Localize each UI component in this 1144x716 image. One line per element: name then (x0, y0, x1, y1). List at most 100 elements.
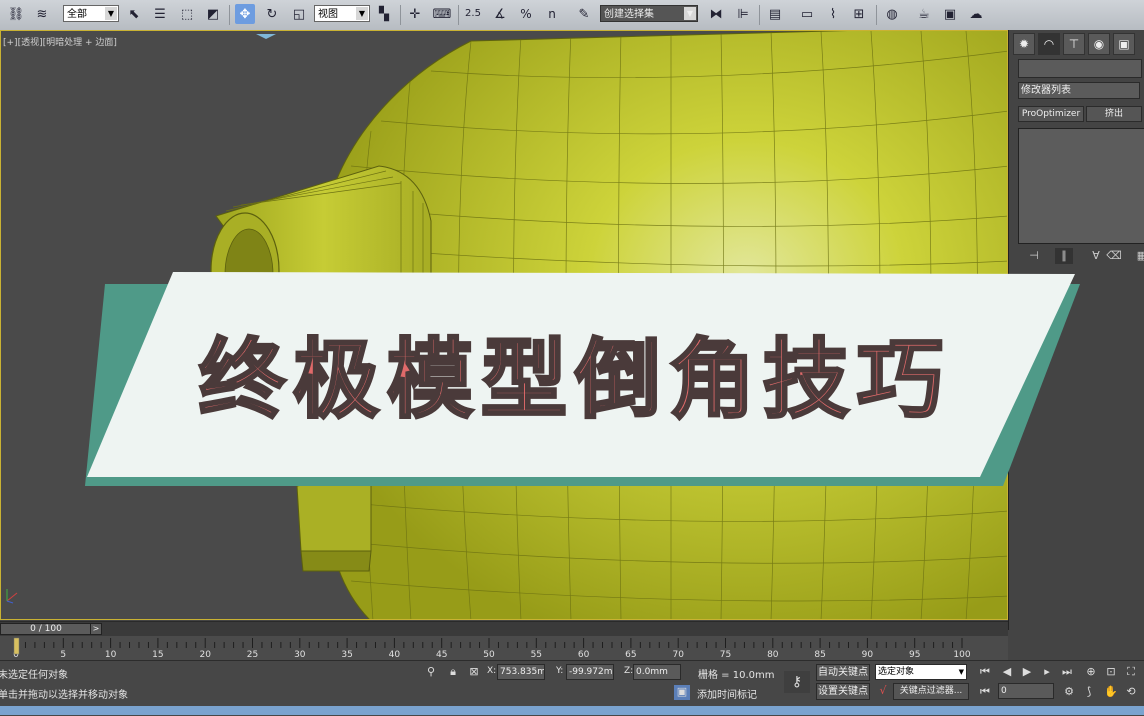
select-object-icon[interactable]: ⬉ (124, 4, 144, 24)
key-mode-toggle-icon[interactable]: ⏮ (978, 685, 992, 699)
pivot-center-icon[interactable]: ▚ (374, 4, 394, 24)
extrude-button[interactable]: 挤出 (1086, 106, 1142, 122)
time-config-icon[interactable]: ⚙ (1062, 685, 1076, 698)
scene-fragment (256, 34, 276, 39)
tick-label: 80 (767, 650, 779, 660)
named-selection-value: 创建选择集 (604, 9, 654, 20)
previous-frame-icon[interactable]: ◀︎ (1000, 665, 1014, 678)
auto-key-button[interactable]: 自动关键点 (816, 664, 870, 681)
os-taskbar (0, 706, 1144, 715)
tick-label: 65 (625, 650, 636, 660)
grid-size: 栅格 = 10.0mm (698, 670, 775, 681)
maximize-viewport-icon[interactable]: ⛶ (1124, 665, 1138, 679)
go-to-start-icon[interactable]: ⏮ (978, 665, 992, 679)
toolbar-divider (458, 5, 459, 25)
make-unique-icon[interactable]: ∀ (1087, 248, 1105, 264)
percent-snap-icon[interactable]: % (516, 4, 536, 24)
z-coordinate-field[interactable]: 0.0mm (633, 664, 681, 680)
angle-snap-icon[interactable]: ∡ (490, 4, 510, 24)
curve-editor-icon[interactable]: ⌇ (823, 4, 843, 24)
viewport-label[interactable]: [+][透视][明暗处理 + 边面] (3, 35, 117, 48)
isolate-selection-icon[interactable]: ⚲ (424, 665, 438, 678)
y-label: Y: (556, 666, 564, 676)
render-icon[interactable]: ☁ (966, 4, 986, 24)
rotate-icon[interactable]: ↻ (262, 4, 282, 24)
field-of-view-icon[interactable]: ⟆ (1082, 685, 1096, 698)
key-filters-button[interactable]: 关键点过滤器... (893, 683, 969, 700)
graphite-ribbon-icon[interactable]: ▭ (797, 4, 817, 24)
tick-label: 5 (60, 650, 66, 660)
material-editor-icon[interactable]: ◍ (882, 4, 902, 24)
spinner-snap-icon[interactable]: n (542, 4, 562, 24)
zoom-extents-icon[interactable]: ⊕ (1084, 665, 1098, 678)
select-by-name-icon[interactable]: ☰ (150, 4, 170, 24)
prooptimizer-button[interactable]: ProOptimizer (1018, 106, 1084, 122)
play-icon[interactable]: ▶︎ (1020, 665, 1034, 678)
display-tab[interactable]: ▣ (1113, 33, 1135, 55)
modify-tab[interactable]: ◠ (1038, 33, 1060, 55)
next-frame-button[interactable]: > (90, 623, 102, 635)
snap-value: 2.5 (465, 8, 481, 19)
chevron-down-icon: ▼ (105, 7, 117, 20)
create-tab[interactable]: ✹ (1013, 33, 1035, 55)
flange-edge (300, 550, 372, 572)
current-frame-field[interactable]: 0 (998, 683, 1054, 699)
render-setup-icon[interactable]: ☕ (914, 4, 934, 24)
selection-info: 未选定任何对象 (0, 670, 68, 681)
add-time-tag[interactable]: 添加时间标记 (697, 686, 757, 701)
pan-view-icon[interactable]: ✋ (1104, 685, 1118, 698)
mirror-icon[interactable]: ⧓ (706, 4, 726, 24)
z-label: Z: (624, 666, 634, 676)
zoom-region-icon[interactable]: ⊡ (1104, 665, 1118, 678)
remove-modifier-icon[interactable]: ⌫ (1105, 248, 1123, 264)
selection-filter-value: 全部 (67, 9, 87, 20)
set-key-button[interactable]: 设置关键点 (816, 683, 870, 700)
align-icon[interactable]: ⊫ (733, 4, 753, 24)
keyboard-shortcut-icon[interactable]: ⌨ (432, 4, 452, 24)
pin-stack-icon[interactable]: ⊣ (1025, 248, 1043, 264)
time-slider-thumb[interactable]: 0 / 100 (0, 623, 92, 635)
time-tag-icon[interactable]: ▣ (674, 685, 690, 700)
selection-filter-dropdown[interactable]: 全部 ▼ (63, 5, 119, 22)
show-end-result-icon[interactable]: ∥ (1055, 248, 1073, 264)
key-mode-dropdown[interactable]: 选定对象 ▼ (875, 664, 967, 680)
scale-icon[interactable]: ◱ (289, 4, 309, 24)
modifier-stack[interactable] (1018, 128, 1144, 244)
edit-named-selection-icon[interactable]: ✎ (574, 4, 594, 24)
orbit-icon[interactable]: ⟲ (1124, 685, 1138, 698)
tick-label: 60 (578, 650, 590, 660)
track-ruler: 0 5 10 15 20 25 30 35 40 45 50 55 60 65 70 75 80 85 90 95 10… (13, 637, 971, 660)
tick-label: 90 (862, 650, 874, 660)
lock-selection-icon[interactable]: 🔒︎ (446, 665, 460, 679)
percent-snap-label: % (520, 7, 532, 21)
snap-toggle-icon[interactable]: 2.5 (463, 4, 483, 24)
select-manipulate-icon[interactable]: ✛ (405, 4, 425, 24)
schematic-view-icon[interactable]: ⊞ (849, 4, 869, 24)
next-frame-icon[interactable]: ▸ (1040, 665, 1054, 678)
track-bar[interactable]: 0 5 10 15 20 25 30 35 40 45 50 55 60 65 70 75 80 85 90 95 10… (0, 636, 1008, 660)
named-selection-dropdown[interactable]: 创建选择集 ▼ (600, 5, 698, 22)
rect-selection-icon[interactable]: ⬚ (177, 4, 197, 24)
banner-title: 终极模型倒角技巧 (198, 329, 951, 432)
prompt-line: 单击并拖动以选择并移动对象 (0, 690, 128, 701)
window-crossing-icon[interactable]: ◩ (203, 4, 223, 24)
absolute-mode-icon[interactable]: ⊠ (467, 665, 481, 678)
motion-tab[interactable]: ◉ (1088, 33, 1110, 55)
move-icon[interactable]: ✥ (235, 4, 255, 24)
tick-label: 50 (483, 650, 495, 660)
hierarchy-tab[interactable]: ⊤ (1063, 33, 1085, 55)
bind-space-warp-icon[interactable]: ≋ (32, 4, 52, 24)
object-name-field[interactable] (1018, 59, 1142, 78)
layer-manager-icon[interactable]: ▤ (765, 4, 785, 24)
key-icon[interactable]: ⚷ (784, 671, 810, 693)
modifier-list-dropdown[interactable]: 修改器列表 (1018, 82, 1140, 99)
select-link-icon[interactable]: ⛓ (6, 4, 26, 24)
go-to-end-icon[interactable]: ⏭ (1060, 665, 1074, 679)
configure-sets-icon[interactable]: ▦ (1133, 248, 1144, 264)
rendered-frame-icon[interactable]: ▣ (940, 4, 960, 24)
x-coordinate-field[interactable]: 753.835mm (497, 664, 545, 680)
y-coordinate-field[interactable]: -99.972mm (566, 664, 614, 680)
reference-coord-dropdown[interactable]: 视图 ▼ (314, 5, 370, 22)
time-slider[interactable]: 0 / 100 > (0, 621, 1008, 637)
tick-label: 15 (152, 650, 163, 660)
